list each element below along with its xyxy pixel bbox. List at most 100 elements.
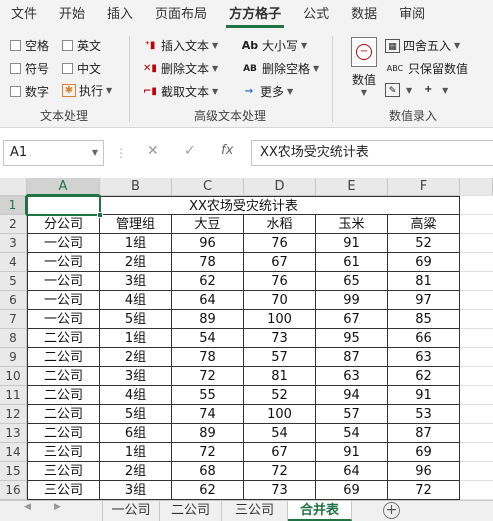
row-header[interactable]: 9 <box>0 348 27 367</box>
data-cell[interactable]: 96 <box>172 234 244 253</box>
column-header[interactable] <box>460 178 493 196</box>
menu-page-layout[interactable]: 页面布局 <box>144 0 218 30</box>
menu-home[interactable]: 开始 <box>48 0 96 30</box>
data-cell[interactable]: 二公司 <box>27 424 100 443</box>
data-cell[interactable]: 73 <box>244 481 316 500</box>
function-icon[interactable]: fx <box>221 143 233 158</box>
tab-prev-icon[interactable]: ◀ <box>24 502 31 512</box>
data-cell[interactable]: 62 <box>172 481 244 500</box>
row-header[interactable]: 2 <box>0 215 27 234</box>
tab-next-icon[interactable]: ▶ <box>54 502 61 512</box>
data-cell[interactable]: 65 <box>316 272 388 291</box>
data-cell[interactable]: 72 <box>388 481 460 500</box>
data-cell[interactable]: 100 <box>244 405 316 424</box>
column-header[interactable]: B <box>100 178 172 196</box>
data-cell[interactable]: 一公司 <box>27 291 100 310</box>
data-cell[interactable]: 72 <box>172 367 244 386</box>
data-cell[interactable]: 1组 <box>100 234 172 253</box>
data-cell[interactable]: 二公司 <box>27 405 100 424</box>
data-cell[interactable]: 1组 <box>100 329 172 348</box>
data-cell[interactable]: 二公司 <box>27 329 100 348</box>
data-cell[interactable]: 81 <box>388 272 460 291</box>
extract-text-button[interactable]: ⌐▮ 截取文本 ▼ <box>142 83 218 100</box>
data-cell[interactable]: 74 <box>172 405 244 424</box>
column-header[interactable]: F <box>388 178 460 196</box>
data-cell[interactable]: 97 <box>388 291 460 310</box>
header-cell[interactable]: 水稻 <box>244 215 316 234</box>
data-cell[interactable]: 64 <box>172 291 244 310</box>
sheet-tab-company-3[interactable]: 三公司 <box>222 501 288 521</box>
data-cell[interactable]: 87 <box>316 348 388 367</box>
data-cell[interactable]: 62 <box>172 272 244 291</box>
data-cell[interactable]: 4组 <box>100 386 172 405</box>
plus-icon[interactable]: + <box>420 83 436 97</box>
checkbox-number[interactable]: 数字 <box>10 83 49 100</box>
menu-file[interactable]: 文件 <box>0 0 48 30</box>
row-header[interactable]: 3 <box>0 234 27 253</box>
sheet-tab-company-1[interactable]: 一公司 <box>102 501 160 521</box>
menu-fangfang-grid[interactable]: 方方格子 <box>218 0 292 30</box>
round-button[interactable]: ▦ 四舍五入 ▼ <box>385 37 460 54</box>
data-cell[interactable]: 64 <box>316 462 388 481</box>
data-cell[interactable]: 3组 <box>100 481 172 500</box>
execute-button[interactable]: ✱ 执行 ▼ <box>62 82 112 99</box>
data-cell[interactable]: 二公司 <box>27 367 100 386</box>
data-cell[interactable]: 53 <box>388 405 460 424</box>
row-header[interactable]: 13 <box>0 424 27 443</box>
sheet-tab-merged[interactable]: 合并表 <box>288 501 352 521</box>
menu-data[interactable]: 数据 <box>340 0 388 30</box>
select-all-corner[interactable] <box>0 178 27 196</box>
data-cell[interactable]: 67 <box>244 443 316 462</box>
header-cell[interactable]: 管理组 <box>100 215 172 234</box>
data-cell[interactable]: 76 <box>244 234 316 253</box>
data-cell[interactable]: 三公司 <box>27 462 100 481</box>
more-dots-icon[interactable]: ⋮ <box>115 146 127 160</box>
data-cell[interactable]: 52 <box>388 234 460 253</box>
data-cell[interactable]: 1组 <box>100 443 172 462</box>
data-cell[interactable]: 72 <box>244 462 316 481</box>
data-cell[interactable]: 66 <box>388 329 460 348</box>
data-cell[interactable]: 57 <box>316 405 388 424</box>
data-cell[interactable]: 94 <box>316 386 388 405</box>
data-cell[interactable]: 4组 <box>100 291 172 310</box>
row-header[interactable]: 7 <box>0 310 27 329</box>
delete-spaces-button[interactable]: AB 删除空格 ▼ <box>241 60 319 77</box>
data-cell[interactable]: 78 <box>172 253 244 272</box>
data-cell[interactable]: 54 <box>172 329 244 348</box>
sheet-tab-company-2[interactable]: 二公司 <box>160 501 222 521</box>
data-cell[interactable]: 6组 <box>100 424 172 443</box>
data-cell[interactable]: 91 <box>316 234 388 253</box>
data-cell[interactable]: 一公司 <box>27 310 100 329</box>
row-header[interactable]: 8 <box>0 329 27 348</box>
data-cell[interactable]: 85 <box>388 310 460 329</box>
data-cell[interactable]: 55 <box>172 386 244 405</box>
data-cell[interactable]: 57 <box>244 348 316 367</box>
delete-text-button[interactable]: ✕▮ 删除文本 ▼ <box>142 60 218 77</box>
data-cell[interactable]: 5组 <box>100 405 172 424</box>
value-button[interactable]: − 数值 ▼ <box>347 37 381 97</box>
row-header[interactable]: 10 <box>0 367 27 386</box>
data-cell[interactable]: 54 <box>316 424 388 443</box>
header-cell[interactable]: 大豆 <box>172 215 244 234</box>
data-cell[interactable]: 100 <box>244 310 316 329</box>
data-cell[interactable]: 67 <box>244 253 316 272</box>
menu-review[interactable]: 审阅 <box>388 0 436 30</box>
title-cell[interactable]: XX农场受灾统计表 <box>27 196 460 215</box>
column-header[interactable]: E <box>316 178 388 196</box>
data-cell[interactable]: 89 <box>172 424 244 443</box>
menu-formulas[interactable]: 公式 <box>292 0 340 30</box>
chevron-down-icon[interactable]: ▼ <box>92 141 98 165</box>
data-cell[interactable]: 69 <box>316 481 388 500</box>
data-cell[interactable]: 63 <box>316 367 388 386</box>
data-cell[interactable]: 73 <box>244 329 316 348</box>
cancel-icon[interactable]: ✕ <box>147 143 159 159</box>
data-cell[interactable]: 68 <box>172 462 244 481</box>
data-cell[interactable]: 89 <box>172 310 244 329</box>
data-cell[interactable]: 5组 <box>100 310 172 329</box>
more-button[interactable]: → 更多 ▼ <box>241 83 293 100</box>
data-cell[interactable]: 2组 <box>100 253 172 272</box>
data-cell[interactable]: 二公司 <box>27 348 100 367</box>
row-header[interactable]: 14 <box>0 443 27 462</box>
chevron-down-icon[interactable]: ▼ <box>406 86 412 95</box>
data-cell[interactable]: 78 <box>172 348 244 367</box>
